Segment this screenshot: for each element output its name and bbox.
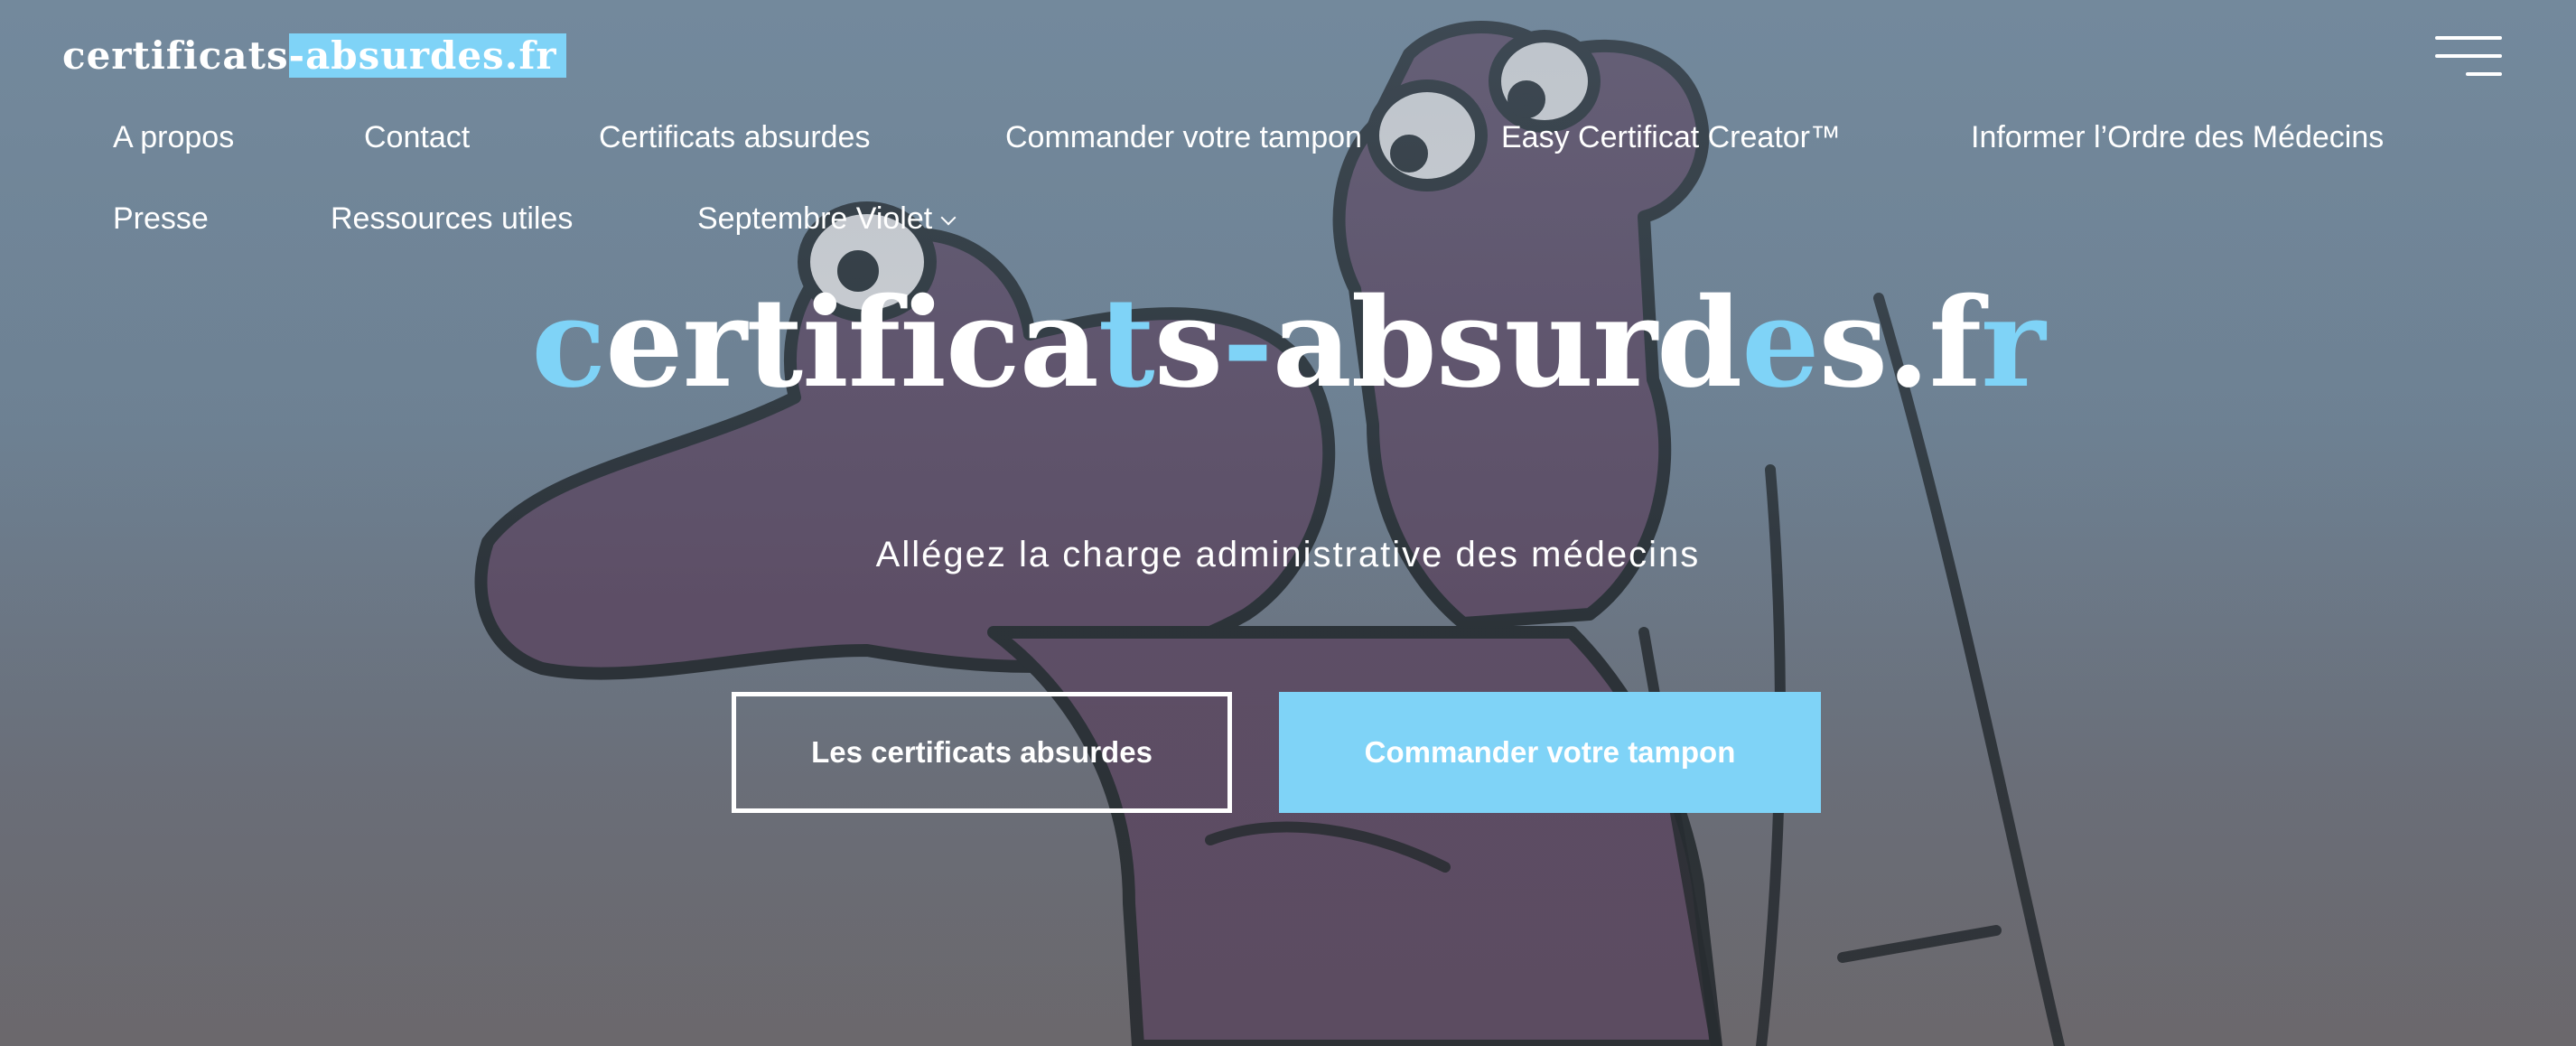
nav-item-septembre-violet[interactable]: Septembre Violet xyxy=(697,201,957,237)
hero-title: certificats-absurdes.fr xyxy=(0,271,2576,416)
hero-title-part: r xyxy=(1981,271,2046,416)
hero-overlay xyxy=(0,0,2576,1046)
les-certificats-absurdes-button[interactable]: Les certificats absurdes xyxy=(732,692,1232,813)
hero-title-part: t xyxy=(1097,271,1155,416)
hamburger-icon-line xyxy=(2435,36,2502,40)
hamburger-icon-line xyxy=(2466,72,2502,76)
hero-title-part: ertifica xyxy=(605,271,1099,416)
logo-text-highlight: -absurdes.fr xyxy=(288,33,566,78)
hero-title-part: - xyxy=(1222,271,1273,416)
logo-text-main: certificats xyxy=(62,33,289,78)
nav-item-septembre-violet-label: Septembre Violet xyxy=(697,201,933,236)
hero-title-part: s xyxy=(1153,271,1224,416)
nav-item-contact[interactable]: Contact xyxy=(364,119,470,155)
hero-title-part: c xyxy=(531,271,606,416)
hero-subtitle: Allégez la charge administrative des méd… xyxy=(875,535,1701,574)
hero-title-part: e xyxy=(1741,271,1820,416)
nav-item-easy-certificat-creator[interactable]: Easy Certificat Creator™ xyxy=(1501,119,1841,155)
commander-tampon-button[interactable]: Commander votre tampon xyxy=(1279,692,1821,813)
hero-title-part: s.f xyxy=(1818,271,1982,416)
nav-item-ressources-utiles[interactable]: Ressources utiles xyxy=(331,201,573,237)
site-logo[interactable]: certificats-absurdes.fr xyxy=(62,33,566,79)
nav-item-presse[interactable]: Presse xyxy=(113,201,209,237)
hamburger-icon-line xyxy=(2435,54,2502,58)
hamburger-menu-button[interactable] xyxy=(2433,34,2502,79)
hero-title-part: absurd xyxy=(1272,271,1742,416)
nav-item-informer-ordre[interactable]: Informer l’Ordre des Médecins xyxy=(1971,119,2384,155)
nav-item-certificats-absurdes[interactable]: Certificats absurdes xyxy=(599,119,870,155)
nav-item-commander-tampon[interactable]: Commander votre tampon xyxy=(1005,119,1362,155)
chevron-down-icon xyxy=(940,210,957,226)
nav-item-a-propos[interactable]: A propos xyxy=(113,119,234,155)
